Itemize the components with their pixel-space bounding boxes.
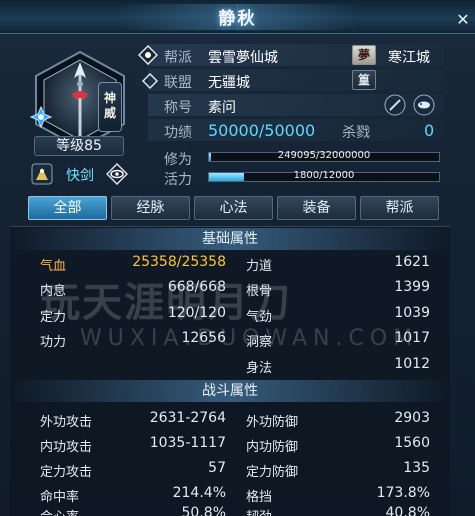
merit-value: 50000/50000 <box>208 121 316 140</box>
close-button[interactable]: ✕ <box>453 10 473 30</box>
stat-label: 会心率 <box>40 506 79 516</box>
combat-style-row: 快剑 <box>28 162 138 186</box>
vitality-bar: 1800/12000 <box>208 170 440 182</box>
level-label: 等级85 <box>34 136 124 156</box>
stat-label: 洞察 <box>246 335 273 350</box>
stat-value: 1035-1117 <box>149 435 226 451</box>
stat-value: 1017 <box>394 330 430 346</box>
stat-value: 1560 <box>394 435 430 451</box>
stat-value: 2903 <box>394 410 430 426</box>
guild-label: 帮派 <box>164 50 192 66</box>
alliance-badge: 篁 <box>352 70 376 90</box>
stat-label: 内息 <box>40 284 67 299</box>
stat-value: 173.8% <box>376 485 430 501</box>
stat-value: 1039 <box>394 305 430 321</box>
combat-attributes-header: 战斗属性 <box>10 380 450 402</box>
brush-edit-icon[interactable] <box>384 94 406 116</box>
stat-value: 1621 <box>394 254 430 270</box>
stat-value: 1012 <box>394 356 430 372</box>
cultivation-label: 修为 <box>164 152 192 168</box>
title-value[interactable]: 素问 <box>208 97 236 117</box>
eye-icon[interactable] <box>106 163 128 185</box>
stat-value: 1399 <box>394 279 430 295</box>
stat-label: 外功防御 <box>246 415 299 430</box>
cultivation-text: 249095/32000000 <box>277 150 371 161</box>
tab-all[interactable]: 全部 <box>28 196 107 220</box>
basic-attributes-header: 基础属性 <box>10 228 450 250</box>
stat-label: 命中率 <box>40 490 80 505</box>
rank-badge: 神威 <box>98 82 122 132</box>
tab-bar: 全部 经脉 心法 装备 帮派 <box>28 196 440 222</box>
stat-value: 25358/25358 <box>132 254 226 270</box>
stat-label: 外功攻击 <box>40 415 93 430</box>
blue-gem-icon <box>30 106 52 128</box>
kill-label: 杀戮 <box>342 125 370 141</box>
stat-value: 50.8% <box>181 505 226 516</box>
title-bar[interactable]: 静秋 ✕ <box>0 0 475 34</box>
tab-mind-skill[interactable]: 心法 <box>194 196 273 220</box>
stat-label: 内功防御 <box>246 440 299 455</box>
combat-style-label: 快剑 <box>66 168 94 184</box>
stat-label: 韧劲 <box>246 506 272 516</box>
stat-label: 定力 <box>40 310 67 325</box>
kill-value: 0 <box>424 121 435 140</box>
merit-label: 功绩 <box>164 125 192 141</box>
stat-label: 气劲 <box>246 310 273 325</box>
guild-badge: 夢 <box>352 45 376 65</box>
character-panel: 静秋 ✕ 神威 等级85 快剑 帮派 雲雪夢仙城 夢 寒江城 联盟 无疆城 篁 … <box>0 0 475 516</box>
stat-value: 214.4% <box>172 485 226 501</box>
stat-label: 内功攻击 <box>40 440 93 455</box>
stat-value: 120/120 <box>167 305 226 321</box>
stat-value: 135 <box>403 460 430 476</box>
stat-label: 身法 <box>246 361 273 376</box>
stat-value: 40.8% <box>385 505 430 516</box>
character-name-title: 静秋 <box>218 9 257 29</box>
guild-city-value: 寒江城 <box>388 50 430 66</box>
stat-value: 2631-2764 <box>149 410 226 426</box>
guild-icon <box>138 45 158 65</box>
stat-label: 定力防御 <box>246 465 299 480</box>
vitality-label: 活力 <box>164 172 192 188</box>
cultivation-bar: 249095/32000000 <box>208 150 440 162</box>
stat-label: 根骨 <box>246 284 273 299</box>
tab-equipment[interactable]: 装备 <box>277 196 356 220</box>
stat-label: 格挡 <box>246 490 273 505</box>
stat-label: 力道 <box>246 259 273 274</box>
stat-label: 功力 <box>40 335 67 350</box>
alliance-icon <box>141 72 159 90</box>
stat-label: 定力攻击 <box>40 465 93 480</box>
vitality-text: 1800/12000 <box>293 170 355 181</box>
guild-value[interactable]: 雲雪夢仙城 <box>208 47 278 67</box>
alliance-label: 联盟 <box>164 75 192 91</box>
stat-value: 668/668 <box>167 279 226 295</box>
stat-value: 12656 <box>181 330 226 346</box>
stat-value: 57 <box>208 460 226 476</box>
alliance-value[interactable]: 无疆城 <box>208 72 250 92</box>
tab-meridians[interactable]: 经脉 <box>111 196 190 220</box>
stat-label: 气血 <box>40 259 67 274</box>
fish-title-icon[interactable] <box>412 94 436 116</box>
row-bg-alliance <box>148 69 444 91</box>
mounted-rider-icon <box>31 163 53 185</box>
title-label: 称号 <box>164 100 192 116</box>
tab-guild[interactable]: 帮派 <box>360 196 439 220</box>
